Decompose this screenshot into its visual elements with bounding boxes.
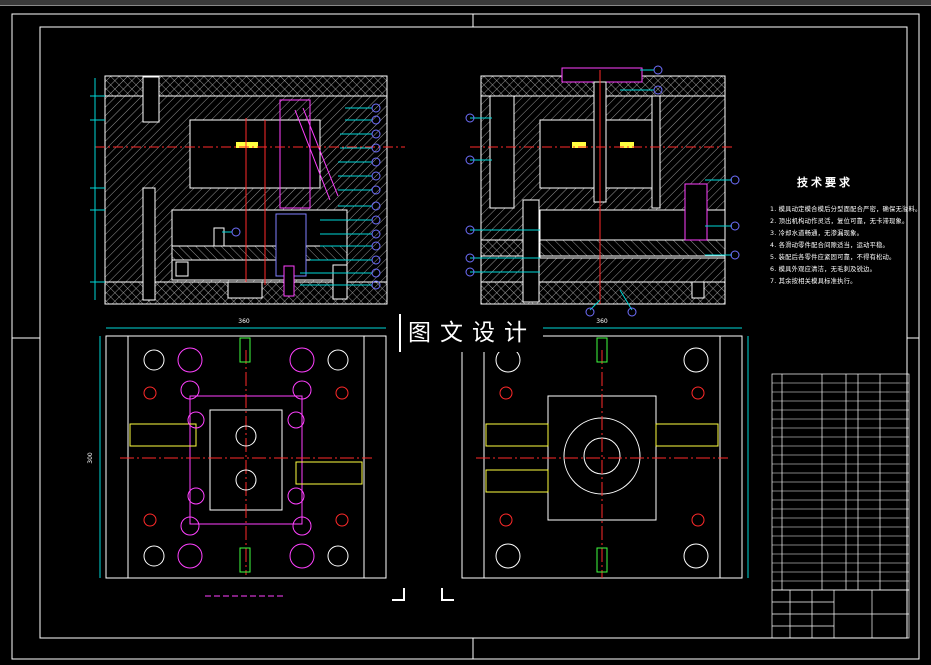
watermark-label: 图文设计 (399, 314, 543, 352)
view-marks (392, 588, 454, 601)
plan-view-right (461, 327, 749, 579)
dim-plan-height: 300 (87, 452, 94, 464)
section-view-left (90, 75, 405, 305)
technical-note-line: 6. 模具外观应清洁，无毛刺及锐边。 (770, 266, 877, 273)
title-block (771, 589, 910, 639)
technical-note-line: 4. 各滑动零件配合间隙适当，运动平稳。 (770, 242, 890, 249)
technical-note-line: 7. 其余按相关模具标准执行。 (770, 278, 857, 285)
technical-note-line: 2. 顶出机构动作灵活，复位可靠，无卡滞现象。 (770, 218, 909, 225)
parts-list-rows (772, 382, 909, 582)
technical-notes-title: 技术要求 (797, 176, 853, 189)
dim-plan-left-width: 360 (238, 318, 250, 325)
plan-view-left (99, 327, 387, 597)
technical-note-line: 1. 模具动定模合模后分型面配合严密，确保无溢料。 (770, 206, 922, 213)
technical-note-line: 3. 冷却水道畅通，无渗漏现象。 (770, 230, 864, 237)
technical-note-line: 5. 装配后各零件应紧固可靠，不得有松动。 (770, 254, 896, 261)
section-view-right (465, 65, 740, 317)
dim-plan-right-width: 360 (596, 318, 608, 325)
